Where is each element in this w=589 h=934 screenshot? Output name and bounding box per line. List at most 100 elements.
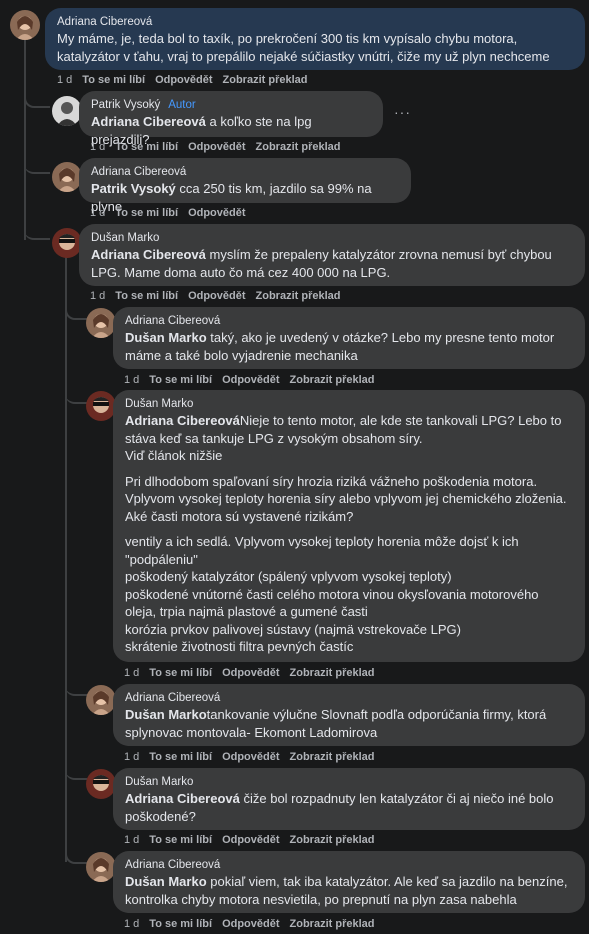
comment-author[interactable]: Adriana Cibereová xyxy=(57,15,573,30)
like-button[interactable]: To se mi líbí xyxy=(149,666,212,680)
comment-bubble: Adriana Cibereová My máme, je, teda bol … xyxy=(45,8,585,70)
thread-connector xyxy=(65,752,87,780)
reply-button[interactable]: Odpovědět xyxy=(155,73,212,87)
comment-author[interactable]: Dušan Marko xyxy=(125,397,573,412)
comment-bubble: Adriana Cibereová Dušan Markotankovanie … xyxy=(113,684,585,746)
like-button[interactable]: To se mi líbí xyxy=(115,140,178,154)
comment-list-item: korózia prvkov palivovej sústavy (najmä … xyxy=(125,621,461,637)
thread-connector xyxy=(65,836,87,864)
avatar[interactable] xyxy=(52,96,82,126)
translate-link[interactable]: Zobrazit překlad xyxy=(290,833,375,847)
comment-bubble: Dušan Marko Adriana Cibereová myslím že … xyxy=(79,224,585,286)
comment-actions: 1 d To se mi líbí Odpovědět Zobrazit pře… xyxy=(124,917,374,931)
comment-text: Adriana Cibereová myslím že prepaleny ka… xyxy=(91,247,552,280)
comment-actions: 1 d To se mi líbí Odpovědět Zobrazit pře… xyxy=(124,833,374,847)
mention-link[interactable]: Dušan Marko xyxy=(125,874,207,889)
mention-link[interactable]: Dušan Marko xyxy=(125,707,207,722)
comment-bubble: Adriana Cibereová Patrik Vysoký cca 250 … xyxy=(79,158,411,214)
avatar[interactable] xyxy=(86,391,116,421)
comment-time[interactable]: 1 d xyxy=(90,289,105,303)
author-badge: Autor xyxy=(168,99,196,111)
translate-link[interactable]: Zobrazit překlad xyxy=(290,750,375,764)
like-button[interactable]: To se mi líbí xyxy=(115,206,178,220)
thread-connector xyxy=(65,380,87,404)
avatar[interactable] xyxy=(86,852,116,882)
comment-bubble: Dušan Marko Adriana CibereováNieje to te… xyxy=(113,390,585,662)
comment-author[interactable]: Dušan Marko xyxy=(125,775,573,790)
translate-link[interactable]: Zobrazit překlad xyxy=(256,140,341,154)
comment-time[interactable]: 1 d xyxy=(57,73,72,87)
thread-connector xyxy=(24,200,50,240)
comment-list-item: skrátenie životnosti filtra pevných čast… xyxy=(125,639,354,654)
reply-button[interactable]: Odpovědět xyxy=(188,140,245,154)
comment-time[interactable]: 1 d xyxy=(90,206,105,220)
avatar[interactable] xyxy=(86,308,116,338)
mention-link[interactable]: Adriana Cibereová xyxy=(125,413,240,428)
comment-time[interactable]: 1 d xyxy=(124,373,139,387)
comment-text-line: Viď článok nižšie xyxy=(125,448,223,463)
comment-actions: 1 d To se mi líbí Odpovědět Zobrazit pře… xyxy=(124,666,374,680)
comment-time[interactable]: 1 d xyxy=(124,666,139,680)
reply-button[interactable]: Odpovědět xyxy=(188,289,245,303)
reply-button[interactable]: Odpovědět xyxy=(222,373,279,387)
comment-time[interactable]: 1 d xyxy=(124,917,139,931)
reply-button[interactable]: Odpovědět xyxy=(222,666,279,680)
comment-bubble: Adriana Cibereová Dušan Marko pokiaľ vie… xyxy=(113,851,585,913)
comment-author[interactable]: Dušan Marko xyxy=(91,231,573,246)
like-button[interactable]: To se mi líbí xyxy=(149,750,212,764)
translate-link[interactable]: Zobrazit překlad xyxy=(223,73,308,87)
translate-link[interactable]: Zobrazit překlad xyxy=(290,917,375,931)
mention-link[interactable]: Adriana Cibereová xyxy=(91,114,206,129)
comment-text: Adriana Cibereová čiže bol rozpadnuty le… xyxy=(125,791,554,824)
avatar[interactable] xyxy=(10,10,40,40)
mention-link[interactable]: Dušan Marko xyxy=(125,330,207,345)
like-button[interactable]: To se mi líbí xyxy=(149,373,212,387)
comment-list-item: ventily a ich sedlá. Vplyvom vysokej tep… xyxy=(125,534,519,567)
comment-list-item: poškodené vnútorné časti celého motora v… xyxy=(125,586,539,620)
comment-text: Dušan Markotankovanie výlučne Slovnaft p… xyxy=(125,707,547,740)
more-options-icon[interactable]: ··· xyxy=(394,104,411,120)
like-button[interactable]: To se mi líbí xyxy=(82,73,145,87)
comment-paragraph: Pri dlhodobom spaľovaní síry hrozia rizi… xyxy=(125,473,567,524)
mention-link[interactable]: Patrik Vysoký xyxy=(91,181,176,196)
mention-link[interactable]: Adriana Cibereová xyxy=(125,791,240,806)
translate-link[interactable]: Zobrazit překlad xyxy=(290,373,375,387)
translate-link[interactable]: Zobrazit překlad xyxy=(290,666,375,680)
avatar[interactable] xyxy=(86,685,116,715)
comment-author[interactable]: Adriana Cibereová xyxy=(125,858,573,873)
reply-button[interactable]: Odpovědět xyxy=(188,206,245,220)
comment-text: Dušan Marko taký, ako je uvedený v otázk… xyxy=(125,330,555,363)
like-button[interactable]: To se mi líbí xyxy=(149,833,212,847)
comment-author[interactable]: Adriana Cibereová xyxy=(91,165,399,180)
comment-actions: 1 d To se mi líbí Odpovědět xyxy=(90,206,246,220)
comment-author[interactable]: Adriana Cibereová xyxy=(125,691,573,706)
comment-actions: 1 d To se mi líbí Odpovědět Zobrazit pře… xyxy=(90,289,340,303)
thread-connector xyxy=(65,300,87,320)
thread-connector xyxy=(65,668,87,696)
comment-list-item: poškodený katalyzátor (spálený vplyvom v… xyxy=(125,569,452,584)
comment-text: Dušan Marko pokiaľ viem, tak iba katalyz… xyxy=(125,874,568,907)
comment-actions: 1 d To se mi líbí Odpovědět Zobrazit pře… xyxy=(124,373,374,387)
comment-actions: 1 d To se mi líbí Odpovědět Zobrazit pře… xyxy=(124,750,374,764)
comment-bubble: Patrik Vysoký Autor Adriana Cibereová a k… xyxy=(79,91,383,147)
avatar[interactable] xyxy=(52,162,82,192)
translate-link[interactable]: Zobrazit překlad xyxy=(256,289,341,303)
comment-time[interactable]: 1 d xyxy=(90,140,105,154)
reply-button[interactable]: Odpovědět xyxy=(222,917,279,931)
mention-link[interactable]: Adriana Cibereová xyxy=(91,247,206,262)
avatar[interactable] xyxy=(52,228,82,258)
comment-time[interactable]: 1 d xyxy=(124,750,139,764)
like-button[interactable]: To se mi líbí xyxy=(149,917,212,931)
comment-time[interactable]: 1 d xyxy=(124,833,139,847)
comment-author[interactable]: Patrik Vysoký Autor xyxy=(91,98,371,113)
avatar[interactable] xyxy=(86,769,116,799)
comment-author[interactable]: Adriana Cibereová xyxy=(125,314,573,329)
like-button[interactable]: To se mi líbí xyxy=(115,289,178,303)
comment-bubble: Adriana Cibereová Dušan Marko taký, ako … xyxy=(113,307,585,369)
reply-button[interactable]: Odpovědět xyxy=(222,750,279,764)
comment-text: My máme, je, teda bol to taxík, po prekr… xyxy=(57,31,550,64)
comment-actions: 1 d To se mi líbí Odpovědět Zobrazit pře… xyxy=(90,140,340,154)
comment-text: Adriana CibereováNieje to tento motor, a… xyxy=(125,412,573,656)
reply-button[interactable]: Odpovědět xyxy=(222,833,279,847)
thread-connector xyxy=(24,108,50,174)
